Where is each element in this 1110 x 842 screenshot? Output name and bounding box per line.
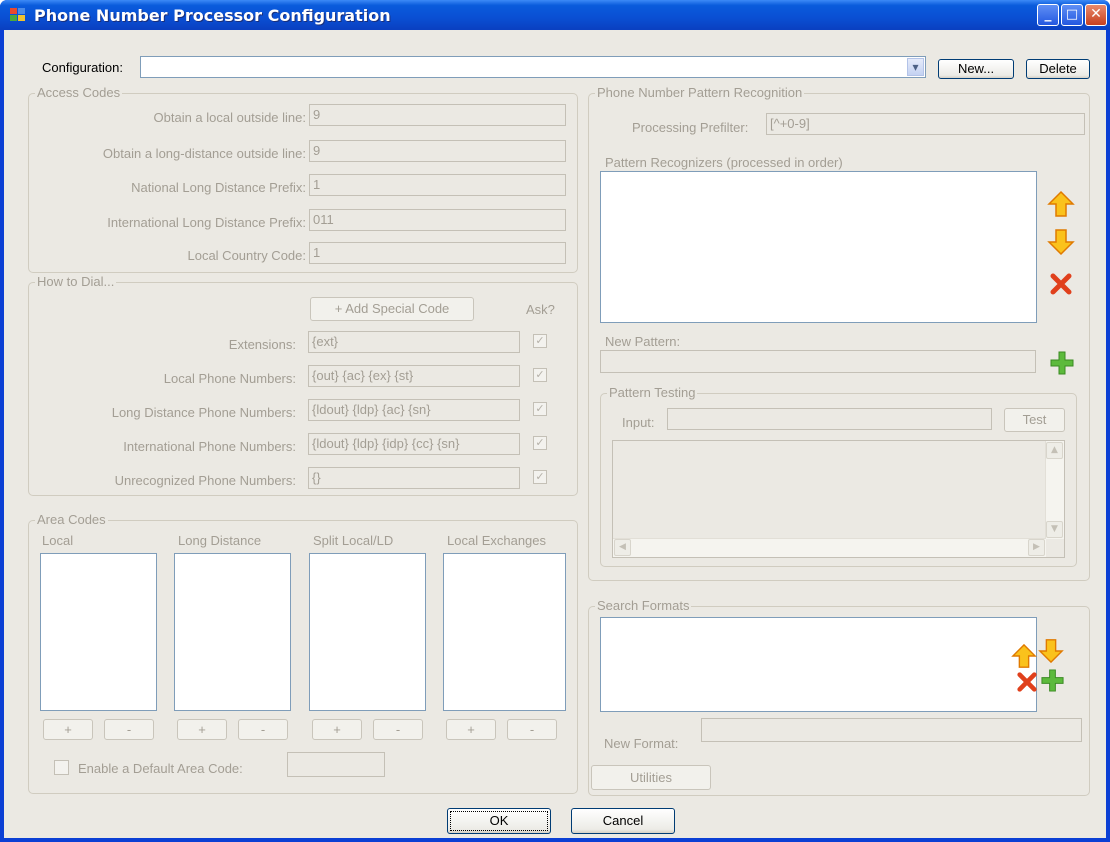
unrecognized-numbers-field[interactable]: {} — [308, 467, 520, 489]
new-pattern-field[interactable] — [600, 350, 1036, 373]
local-country-code-field[interactable]: 1 — [309, 242, 566, 264]
long-distance-outside-line-field[interactable]: 9 — [309, 140, 566, 162]
search-formats-list[interactable] — [600, 617, 1037, 712]
long-distance-add-button[interactable]: + — [177, 719, 227, 740]
title-bar[interactable]: Phone Number Processor Configuration _ □… — [0, 0, 1110, 30]
move-down-arrow-icon[interactable] — [1047, 228, 1075, 256]
utilities-button[interactable]: Utilities — [591, 765, 711, 790]
pattern-recognizers-list[interactable] — [600, 171, 1037, 323]
cancel-button[interactable]: Cancel — [571, 808, 675, 834]
split-remove-button[interactable]: - — [373, 719, 423, 740]
move-up-arrow-icon[interactable] — [1047, 190, 1075, 218]
pattern-recognition-title: Phone Number Pattern Recognition — [595, 85, 805, 100]
enable-default-area-code-checkbox[interactable] — [54, 760, 69, 775]
local-exchanges-label: Local Exchanges — [447, 533, 547, 548]
delete-pattern-icon[interactable] — [1049, 272, 1073, 296]
scroll-left-icon[interactable]: ◀ — [614, 539, 631, 556]
how-to-dial-group: How to Dial... — [28, 274, 578, 496]
delete-format-icon[interactable] — [1016, 671, 1038, 693]
default-area-code-field[interactable] — [287, 752, 385, 777]
app-icon — [10, 8, 26, 22]
international-numbers-field[interactable]: {ldout} {ldp} {idp} {cc} {sn} — [308, 433, 520, 455]
local-area-codes-label: Local — [42, 533, 74, 548]
long-distance-numbers-label: Long Distance Phone Numbers: — [111, 405, 296, 420]
international-numbers-ask-checkbox[interactable]: ✓ — [533, 436, 547, 450]
local-add-button[interactable]: + — [43, 719, 93, 740]
pattern-recognizers-label: Pattern Recognizers (processed in order) — [605, 155, 843, 170]
local-exchanges-list[interactable] — [443, 553, 566, 711]
dialog-client: Configuration: ▾ New... Delete Access Co… — [4, 30, 1106, 838]
processing-prefilter-label: Processing Prefilter: — [632, 120, 749, 135]
close-button[interactable]: ✕ — [1085, 4, 1107, 26]
test-input-field[interactable] — [667, 408, 992, 430]
national-ld-prefix-field[interactable]: 1 — [309, 174, 566, 196]
configuration-label: Configuration: — [42, 60, 123, 75]
how-to-dial-title: How to Dial... — [35, 274, 117, 289]
processing-prefilter-field[interactable]: [^+0-9] — [766, 113, 1085, 135]
long-distance-numbers-field[interactable]: {ldout} {ldp} {ac} {sn} — [308, 399, 520, 421]
unrecognized-numbers-label: Unrecognized Phone Numbers: — [114, 473, 296, 488]
local-phone-numbers-field[interactable]: {out} {ac} {ex} {st} — [308, 365, 520, 387]
long-distance-remove-button[interactable]: - — [238, 719, 288, 740]
long-distance-area-codes-label: Long Distance — [178, 533, 262, 548]
enable-default-area-code-label: Enable a Default Area Code: — [78, 761, 243, 776]
format-move-up-icon[interactable] — [1011, 643, 1037, 669]
local-phone-numbers-ask-checkbox[interactable]: ✓ — [533, 368, 547, 382]
test-results-area[interactable]: ▲ ▼ ◀ ▶ — [612, 440, 1065, 558]
long-distance-numbers-ask-checkbox[interactable]: ✓ — [533, 402, 547, 416]
international-ld-prefix-label: International Long Distance Prefix: — [107, 215, 306, 230]
extensions-label: Extensions: — [228, 337, 296, 352]
local-outside-line-label: Obtain a local outside line: — [153, 110, 306, 125]
extensions-field[interactable]: {ext} — [308, 331, 520, 353]
local-phone-numbers-label: Local Phone Numbers: — [163, 371, 296, 386]
split-area-codes-list[interactable] — [309, 553, 426, 711]
new-configuration-button[interactable]: New... — [938, 59, 1014, 79]
pattern-testing-title: Pattern Testing — [607, 385, 698, 400]
area-codes-title: Area Codes — [35, 512, 108, 527]
window-title: Phone Number Processor Configuration — [34, 6, 391, 25]
local-outside-line-field[interactable]: 9 — [309, 104, 566, 126]
local-country-code-label: Local Country Code: — [187, 248, 306, 263]
minimize-button[interactable]: _ — [1037, 4, 1059, 26]
delete-configuration-button[interactable]: Delete — [1026, 59, 1090, 79]
international-ld-prefix-field[interactable]: 011 — [309, 209, 566, 231]
scroll-down-icon[interactable]: ▼ — [1046, 521, 1063, 538]
local-area-codes-list[interactable] — [40, 553, 157, 711]
add-format-icon[interactable] — [1040, 668, 1065, 693]
scroll-right-icon[interactable]: ▶ — [1028, 539, 1045, 556]
test-button[interactable]: Test — [1004, 408, 1065, 432]
access-codes-title: Access Codes — [35, 85, 123, 100]
configuration-dropdown-icon[interactable]: ▾ — [907, 58, 924, 76]
format-move-down-icon[interactable] — [1038, 638, 1064, 664]
vertical-scrollbar[interactable]: ▲ ▼ — [1045, 441, 1064, 539]
local-remove-button[interactable]: - — [104, 719, 154, 740]
exchanges-add-button[interactable]: + — [446, 719, 496, 740]
new-format-field[interactable] — [701, 718, 1082, 742]
long-distance-outside-line-label: Obtain a long-distance outside line: — [102, 146, 306, 161]
ask-header: Ask? — [526, 302, 555, 317]
unrecognized-numbers-ask-checkbox[interactable]: ✓ — [533, 470, 547, 484]
add-special-code-button[interactable]: + Add Special Code — [310, 297, 474, 321]
ok-button[interactable]: OK — [447, 808, 551, 834]
new-format-label: New Format: — [604, 736, 679, 751]
exchanges-remove-button[interactable]: - — [507, 719, 557, 740]
test-input-label: Input: — [622, 415, 655, 430]
national-ld-prefix-label: National Long Distance Prefix: — [131, 180, 306, 195]
window: Phone Number Processor Configuration _ □… — [0, 0, 1110, 842]
split-add-button[interactable]: + — [312, 719, 362, 740]
split-area-codes-label: Split Local/LD — [313, 533, 394, 548]
horizontal-scrollbar[interactable]: ◀ ▶ — [613, 538, 1046, 557]
new-pattern-label: New Pattern: — [605, 334, 681, 349]
international-numbers-label: International Phone Numbers: — [123, 439, 296, 454]
add-pattern-icon[interactable] — [1049, 350, 1075, 376]
long-distance-area-codes-list[interactable] — [174, 553, 291, 711]
configuration-combobox[interactable] — [140, 56, 926, 78]
maximize-button[interactable]: □ — [1061, 4, 1083, 26]
extensions-ask-checkbox[interactable]: ✓ — [533, 334, 547, 348]
scroll-up-icon[interactable]: ▲ — [1046, 442, 1063, 459]
search-formats-title: Search Formats — [595, 598, 692, 613]
